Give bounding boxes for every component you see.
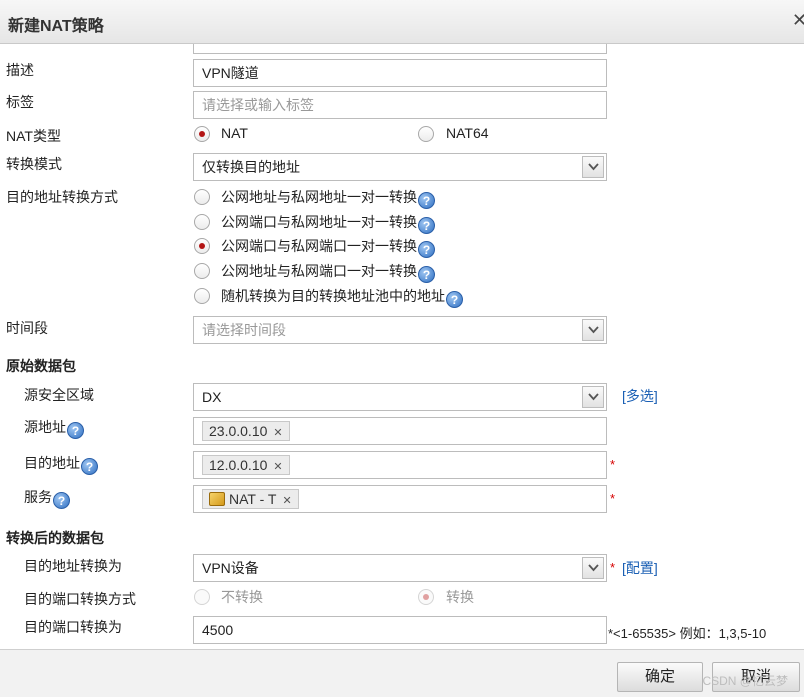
nat-type-label: NAT类型: [6, 128, 61, 144]
dest-method-option-2: 公网端口与私网地址一对一转换?: [221, 212, 435, 234]
dest-address-tag: 12.0.0.10 ✕: [202, 455, 290, 475]
service-tag: NAT - T ✕: [202, 489, 299, 509]
dest-method-option-5: 随机转换为目的转换地址池中的地址?: [221, 286, 463, 308]
chevron-down-icon[interactable]: [582, 156, 604, 178]
help-icon[interactable]: ?: [418, 266, 435, 283]
source-address-tag: 23.0.0.10 ✕: [202, 421, 290, 441]
dest-method-radio-1[interactable]: [194, 189, 210, 205]
dest-method-radio-2[interactable]: [194, 214, 210, 230]
dest-method-option-1: 公网地址与私网地址一对一转换?: [221, 187, 435, 209]
chevron-down-icon[interactable]: [582, 386, 604, 408]
time-range-placeholder: 请选择时间段: [202, 322, 286, 338]
conversion-mode-value: 仅转换目的地址: [202, 159, 300, 175]
time-range-label: 时间段: [6, 320, 48, 336]
dest-method-radio-3[interactable]: [194, 238, 210, 254]
remove-tag-icon[interactable]: ✕: [282, 495, 291, 507]
dest-address-input[interactable]: 12.0.0.10 ✕: [193, 451, 607, 479]
dest-port-option-convert: 转换: [446, 589, 474, 605]
source-zone-label: 源安全区域: [24, 387, 94, 403]
help-icon[interactable]: ?: [418, 192, 435, 209]
dest-translate-to-select[interactable]: VPN设备: [193, 554, 607, 582]
source-zone-multiselect-link[interactable]: [多选]: [622, 386, 658, 406]
source-address-input[interactable]: 23.0.0.10 ✕: [193, 417, 607, 445]
dest-port-to-label: 目的端口转换为: [24, 619, 122, 635]
dialog-title: 新建NAT策略: [8, 18, 104, 35]
dest-method-radio-5[interactable]: [194, 288, 210, 304]
dest-conversion-label: 目的地址转换方式: [6, 189, 118, 205]
description-label: 描述: [6, 62, 34, 78]
help-icon[interactable]: ?: [418, 217, 435, 234]
dialog-footer: 确定 取消 CSDN @忆云梦: [0, 649, 804, 697]
tags-input[interactable]: 请选择或输入标签: [193, 91, 607, 119]
dest-port-radio-convert[interactable]: [418, 589, 434, 605]
nat-type-option-nat: NAT: [221, 125, 248, 141]
dialog-titlebar: 新建NAT策略 ✕: [0, 0, 804, 44]
dest-method-radio-4[interactable]: [194, 263, 210, 279]
conversion-mode-select[interactable]: 仅转换目的地址: [193, 153, 607, 181]
nat-type-option-nat64: NAT64: [446, 125, 489, 141]
help-icon[interactable]: ?: [446, 291, 463, 308]
required-marker: *: [610, 560, 616, 575]
nat-type-radio-nat64[interactable]: [418, 126, 434, 142]
dest-method-option-4: 公网地址与私网端口一对一转换?: [221, 261, 435, 283]
help-icon[interactable]: ?: [418, 241, 435, 258]
dest-method-option-3: 公网端口与私网端口一对一转换?: [221, 236, 435, 258]
service-icon: [209, 492, 225, 506]
source-address-label: 源地址?: [24, 417, 84, 439]
configure-link[interactable]: [配置]: [622, 558, 658, 578]
help-icon[interactable]: ?: [81, 458, 98, 475]
dest-port-hint: *<1-65535> 例如：1,3,5-10: [608, 626, 767, 641]
conversion-mode-label: 转换模式: [6, 156, 62, 172]
dest-port-radio-none[interactable]: [194, 589, 210, 605]
policy-name-input[interactable]: [193, 44, 607, 54]
close-icon[interactable]: ✕: [792, 10, 804, 32]
help-icon[interactable]: ?: [67, 422, 84, 439]
dest-port-to-input[interactable]: 4500: [193, 616, 607, 644]
dest-translate-to-label: 目的地址转换为: [24, 558, 122, 574]
chevron-down-icon[interactable]: [582, 557, 604, 579]
description-input[interactable]: VPN隧道: [193, 59, 607, 87]
dest-address-label: 目的地址?: [24, 453, 98, 475]
remove-tag-icon[interactable]: ✕: [273, 427, 282, 439]
help-icon[interactable]: ?: [53, 492, 70, 509]
ok-button[interactable]: 确定: [617, 662, 703, 692]
service-label: 服务?: [24, 487, 70, 509]
source-zone-select[interactable]: DX: [193, 383, 607, 411]
remove-tag-icon[interactable]: ✕: [273, 461, 282, 473]
dialog-content: 描述 VPN隧道 标签 请选择或输入标签 NAT类型 NAT NAT64 转换模…: [0, 44, 804, 649]
dest-port-method-label: 目的端口转换方式: [24, 591, 136, 607]
required-marker: *: [610, 491, 616, 506]
nat-type-radio-nat[interactable]: [194, 126, 210, 142]
source-zone-value: DX: [202, 389, 222, 405]
tags-label: 标签: [6, 94, 34, 110]
watermark: CSDN @忆云梦: [702, 674, 788, 688]
time-range-select[interactable]: 请选择时间段: [193, 316, 607, 344]
service-input[interactable]: NAT - T ✕: [193, 485, 607, 513]
translated-packet-section-title: 转换后的数据包: [6, 530, 104, 546]
dest-port-option-none: 不转换: [221, 589, 263, 605]
chevron-down-icon[interactable]: [582, 319, 604, 341]
dest-translate-to-value: VPN设备: [202, 560, 259, 576]
original-packet-section-title: 原始数据包: [6, 358, 76, 374]
required-marker: *: [610, 457, 616, 472]
